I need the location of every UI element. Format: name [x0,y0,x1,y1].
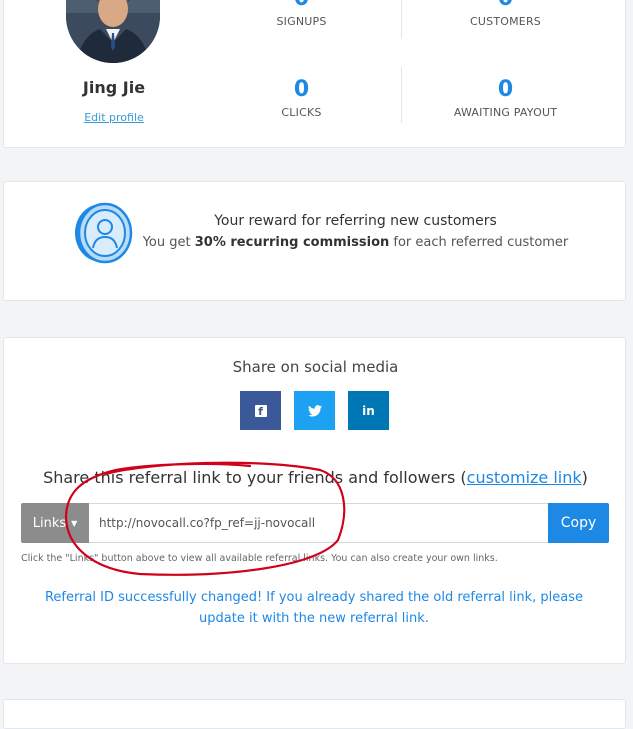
profile-stats-card: Jing Jie Edit profile 0 SIGNUPS 0 CUSTOM… [3,0,626,148]
stat-clicks-value: 0 [293,77,310,102]
referral-success-message: Referral ID successfully changed! If you… [44,590,584,626]
user-coin-icon [75,202,133,264]
stat-awaiting-payout-label: AWAITING PAYOUT [453,106,558,119]
copy-button[interactable]: Copy [548,503,609,543]
links-button-label: Links [32,515,67,531]
referral-heading-text: Share this referral link to your friends… [43,468,467,487]
stat-divider [401,0,402,39]
edit-profile-link[interactable]: Edit profile [44,111,184,124]
stat-awaiting-payout: 0 AWAITING PAYOUT [404,77,607,120]
caret-down-icon: ▼ [71,518,78,528]
stat-awaiting-payout-value: 0 [497,77,514,102]
stat-customers: 0 CUSTOMERS [404,0,607,28]
next-card [3,699,626,729]
reward-commission: 30% recurring commission [194,235,390,250]
links-help-text: Click the "Links" button above to view a… [21,553,498,564]
reward-title: Your reward for referring new customers [214,213,497,229]
reward-text: You get 30% recurring commission for eac… [4,235,627,250]
twitter-share-button[interactable] [294,391,335,430]
linkedin-icon: in [362,403,375,418]
reward-card: Your reward for referring new customers … [3,181,626,301]
twitter-icon [307,404,322,417]
stat-clicks: 0 CLICKS [205,77,398,120]
links-dropdown-button[interactable]: Links ▼ [21,503,89,543]
avatar [66,0,160,63]
customize-link[interactable]: customize link [467,468,582,487]
social-share-title: Share on social media [232,358,399,376]
stat-clicks-label: CLICKS [281,106,322,119]
facebook-share-button[interactable]: f [240,391,281,430]
reward-text-prefix: You get [142,235,195,250]
share-card: Share on social media f in Share this re… [3,337,626,664]
profile-name: Jing Jie [82,78,146,97]
stat-signups: 0 SIGNUPS [205,0,398,28]
stat-divider [401,67,402,123]
stat-customers-value: 0 [404,0,607,11]
facebook-icon: f [254,404,267,417]
referral-link-heading: Share this referral link to your friends… [4,468,627,487]
referral-link-input[interactable] [89,503,548,543]
referral-heading-close: ) [581,468,588,487]
stat-customers-label: CUSTOMERS [470,15,541,28]
reward-text-suffix: for each referred customer [389,235,569,250]
stat-signups-value: 0 [205,0,398,11]
stat-signups-label: SIGNUPS [276,15,327,28]
linkedin-share-button[interactable]: in [348,391,389,430]
